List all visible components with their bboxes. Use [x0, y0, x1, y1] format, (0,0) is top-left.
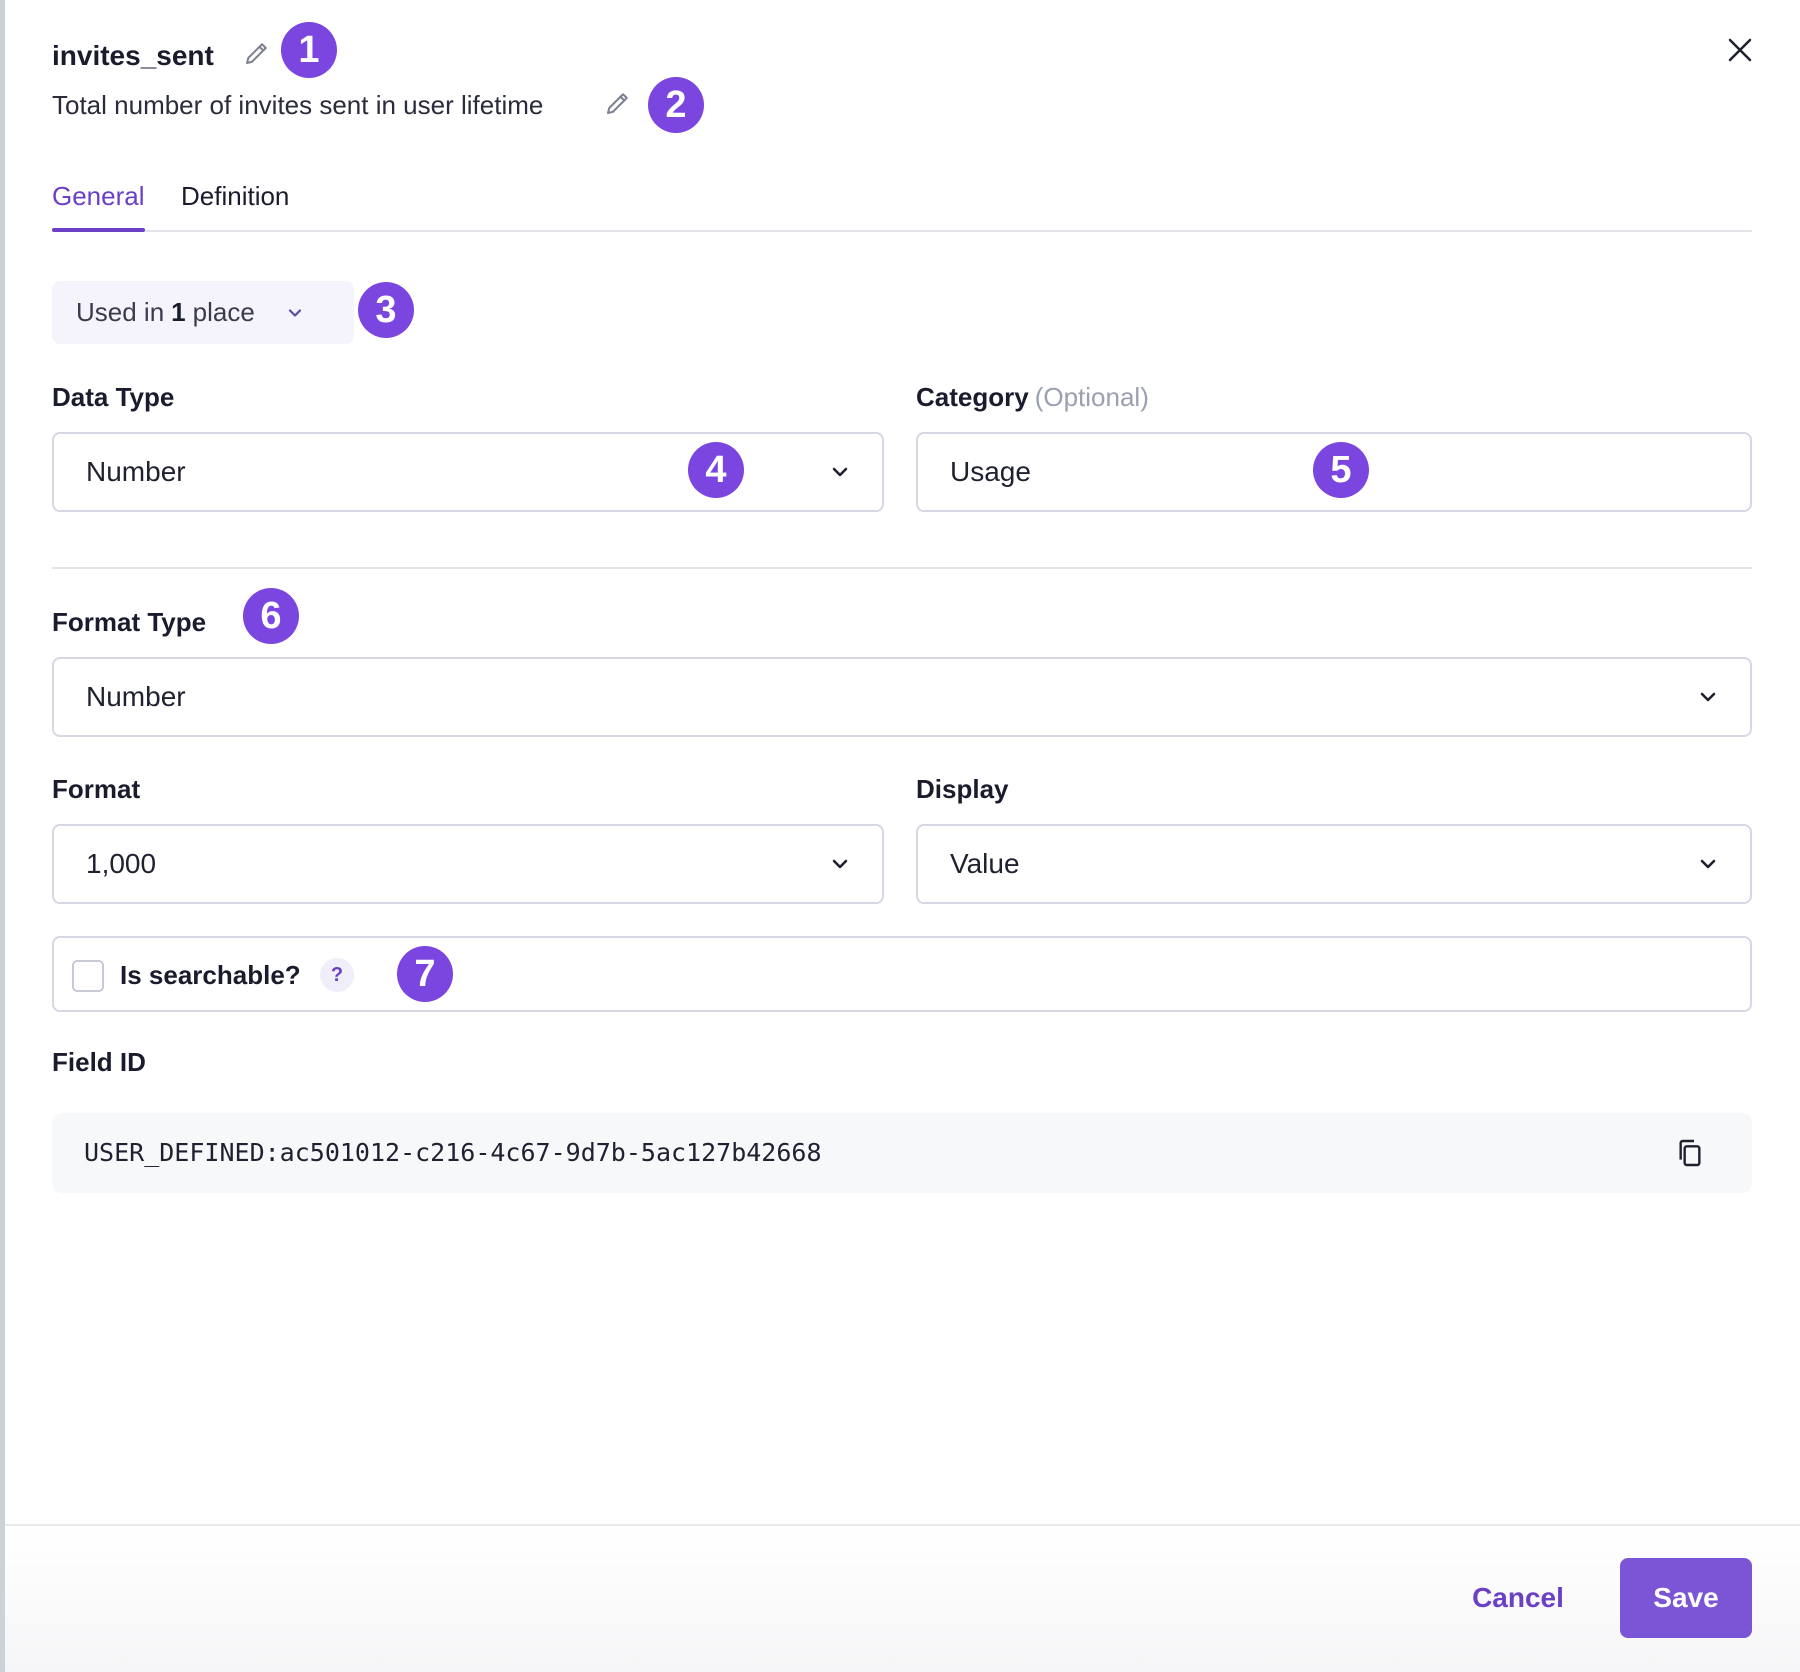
category-optional-text: (Optional) — [1034, 382, 1149, 412]
chevron-down-icon — [832, 467, 848, 477]
field-id-box: USER_DEFINED:ac501012-c216-4c67-9d7b-5ac… — [52, 1113, 1752, 1193]
field-title: invites_sent — [52, 40, 214, 71]
help-icon[interactable]: ? — [320, 958, 354, 992]
format-type-label: Format Type — [52, 607, 207, 637]
category-label: Category (Optional) — [916, 379, 1149, 415]
display-select[interactable]: Value — [916, 824, 1752, 904]
format-select[interactable]: 1,000 — [52, 824, 884, 904]
data-type-select[interactable]: Number — [52, 432, 884, 512]
searchable-checkbox[interactable] — [72, 960, 104, 992]
used-in-suffix: place — [192, 297, 255, 327]
chevron-down-icon — [1700, 859, 1716, 869]
used-in-count: 1 — [171, 297, 186, 327]
annotation-badge-1: 1 — [281, 22, 337, 78]
annotation-badge-3: 3 — [358, 282, 414, 338]
category-label-text: Category — [916, 382, 1029, 412]
tab-definition[interactable]: Definition — [181, 178, 289, 214]
field-description: Total number of invites sent in user lif… — [52, 90, 544, 120]
close-icon — [1728, 38, 1752, 62]
searchable-label: Is searchable? — [120, 960, 301, 990]
tab-bar: General Definition — [52, 170, 1752, 232]
display-label: Display — [916, 774, 1009, 804]
annotation-badge-6: 6 — [243, 588, 299, 644]
annotation-badge-7: 7 — [397, 946, 453, 1002]
cancel-button[interactable]: Cancel — [1460, 1568, 1576, 1628]
annotation-badge-2: 2 — [648, 77, 704, 133]
field-id-value: USER_DEFINED:ac501012-c216-4c67-9d7b-5ac… — [84, 1138, 822, 1167]
annotation-badge-4: 4 — [688, 442, 744, 498]
format-label: Format — [52, 774, 141, 804]
used-in-dropdown[interactable]: Used in 1 place — [52, 281, 354, 344]
chevron-down-icon — [288, 308, 301, 317]
edit-description-pencil-icon[interactable] — [603, 88, 633, 123]
format-type-value: Number — [86, 681, 186, 712]
display-value: Value — [950, 848, 1020, 879]
tab-general[interactable]: General — [52, 178, 145, 232]
data-type-value: Number — [86, 456, 186, 487]
chevron-down-icon — [1700, 692, 1716, 702]
edit-field-modal: invites_sent 1 Total number of invites s… — [5, 0, 1800, 1672]
category-value: Usage — [950, 456, 1031, 487]
field-id-label: Field ID — [52, 1047, 146, 1077]
edit-title-pencil-icon[interactable] — [242, 38, 272, 73]
copy-icon — [1679, 1139, 1701, 1167]
searchable-row: Is searchable? ? — [52, 936, 1752, 1012]
format-type-select[interactable]: Number — [52, 657, 1752, 737]
data-type-label: Data Type — [52, 382, 175, 412]
copy-button[interactable] — [1674, 1137, 1706, 1169]
format-value: 1,000 — [86, 848, 157, 879]
used-in-prefix: Used in — [76, 297, 165, 327]
close-button[interactable] — [1718, 28, 1762, 72]
chevron-down-icon — [832, 859, 848, 869]
save-button[interactable]: Save — [1620, 1558, 1752, 1638]
annotation-badge-5: 5 — [1313, 442, 1369, 498]
section-divider — [52, 567, 1752, 569]
